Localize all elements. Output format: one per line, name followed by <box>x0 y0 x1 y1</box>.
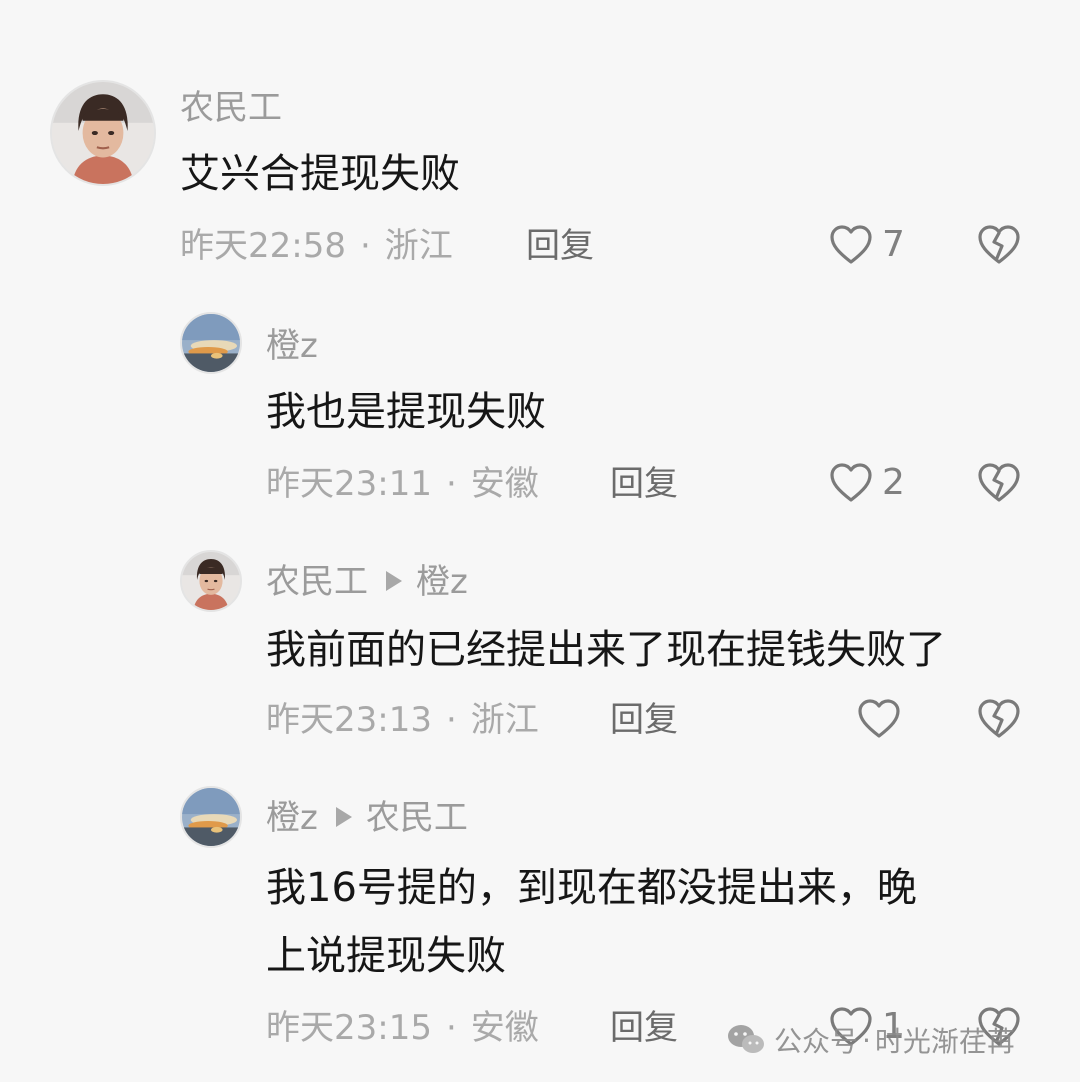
comment-meta: 昨天23:13 · 浙江 <box>266 700 539 740</box>
comment-text: 我前面的已经提出来了现在提钱失败了 <box>266 627 946 673</box>
reply-button[interactable]: 回复 <box>610 1008 678 1048</box>
like-button[interactable]: 2 <box>828 462 905 504</box>
avatar[interactable] <box>180 312 242 374</box>
comment-location: 安徽 <box>470 464 539 504</box>
comment-time: 昨天23:11 <box>266 464 432 504</box>
like-count: 7 <box>882 224 905 265</box>
comment-author[interactable]: 农民工 橙z <box>266 562 468 602</box>
comment-text: 我也是提现失败 <box>266 389 546 435</box>
meta-separator: · <box>445 700 457 740</box>
reply-button[interactable]: 回复 <box>610 464 678 504</box>
meta-separator: · <box>445 1008 457 1048</box>
reply-button[interactable]: 回复 <box>526 226 594 266</box>
wechat-icon <box>728 1025 764 1053</box>
author-name[interactable]: 橙z <box>266 798 318 838</box>
dislike-button[interactable] <box>976 224 1022 266</box>
comment-text-line-2: 上说提现失败 <box>266 933 506 979</box>
comment-time: 昨天23:15 <box>266 1008 432 1048</box>
reply-arrow-icon <box>386 571 402 591</box>
comment-location: 浙江 <box>470 700 539 740</box>
author-name[interactable]: 农民工 <box>180 88 282 128</box>
broken-heart-icon <box>976 462 1022 504</box>
author-name[interactable]: 橙z <box>266 326 318 366</box>
comment-time: 昨天23:13 <box>266 700 432 740</box>
dislike-button[interactable] <box>976 698 1022 740</box>
broken-heart-icon <box>976 224 1022 266</box>
comment-author[interactable]: 橙z 农民工 <box>266 798 468 838</box>
avatar[interactable] <box>50 80 156 186</box>
reply-arrow-icon <box>335 807 352 827</box>
comment-author[interactable]: 农民工 <box>180 88 282 128</box>
comment-time: 昨天22:58 <box>180 226 346 266</box>
reply-button[interactable]: 回复 <box>610 700 678 740</box>
comment-author[interactable]: 橙z <box>266 326 318 366</box>
comment-meta: 昨天23:11 · 安徽 <box>266 464 539 504</box>
like-button[interactable] <box>856 698 910 740</box>
like-count: 2 <box>882 462 905 503</box>
broken-heart-icon <box>976 698 1022 740</box>
comment-text-line-1: 我16号提的，到现在都没提出来，晚 <box>266 865 917 911</box>
comment-location: 浙江 <box>384 226 453 266</box>
heart-outline-icon <box>856 698 902 740</box>
reply-to-name[interactable]: 橙z <box>416 562 468 602</box>
avatar[interactable] <box>180 550 242 612</box>
comment-location: 安徽 <box>470 1008 539 1048</box>
dislike-button[interactable] <box>976 462 1022 504</box>
avatar[interactable] <box>180 786 242 848</box>
comment-text: 艾兴合提现失败 <box>180 151 460 197</box>
watermark: 公众号 · 时光渐荏苒 <box>726 1020 1015 1060</box>
comment-meta: 昨天22:58 · 浙江 <box>180 226 453 266</box>
reply-to-name[interactable]: 农民工 <box>366 798 468 838</box>
meta-separator: · <box>359 226 371 266</box>
heart-outline-icon <box>828 462 874 504</box>
watermark-account: 时光渐荏苒 <box>874 1025 1015 1058</box>
watermark-separator: · <box>862 1023 871 1057</box>
author-name[interactable]: 农民工 <box>266 562 368 602</box>
watermark-prefix: 公众号 <box>774 1025 859 1058</box>
like-button[interactable]: 7 <box>828 224 905 266</box>
heart-outline-icon <box>828 224 874 266</box>
meta-separator: · <box>445 464 457 504</box>
comment-meta: 昨天23:15 · 安徽 <box>266 1008 539 1048</box>
